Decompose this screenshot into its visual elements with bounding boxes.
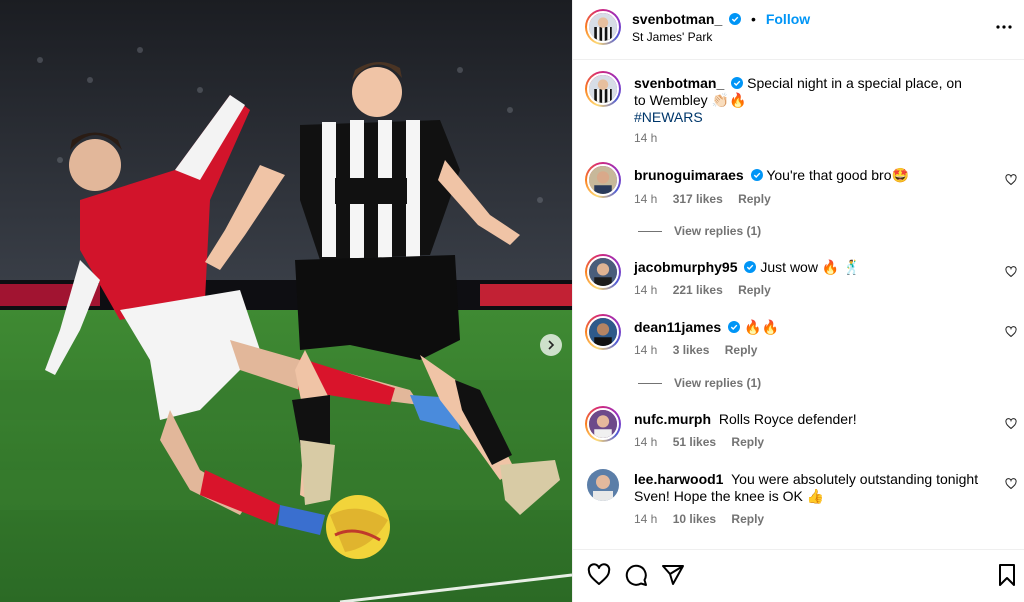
- reply-button[interactable]: Reply: [731, 512, 764, 526]
- commenter-avatar-image: [589, 318, 617, 346]
- comment-likes[interactable]: 317 likes: [673, 192, 723, 206]
- location-link[interactable]: St James' Park: [632, 30, 712, 44]
- comment-body: Just wow 🔥 🕺: [760, 259, 861, 275]
- verified-badge-icon: [729, 13, 742, 25]
- view-replies-label: View replies (1): [674, 224, 762, 238]
- author-avatar-image: [589, 75, 617, 103]
- comment-likes[interactable]: 221 likes: [673, 283, 723, 297]
- like-comment-heart-icon[interactable]: [1005, 478, 1017, 490]
- comment-text: nufc.murph Rolls Royce defender!: [634, 411, 974, 428]
- comment-time: 14 h: [634, 192, 658, 206]
- comment-meta: 14 h 51 likes Reply: [634, 435, 776, 449]
- comment-meta: 14 h 10 likes Reply: [634, 512, 776, 526]
- commenter-avatar-image: [589, 166, 617, 194]
- replies-divider: [638, 230, 662, 232]
- comment-text: jacobmurphy95 Just wow 🔥 🕺: [634, 259, 974, 276]
- comment-likes[interactable]: 10 likes: [673, 512, 716, 526]
- caption-meta: 14 h: [634, 131, 669, 145]
- author-avatar[interactable]: [585, 9, 621, 45]
- comment-meta: 14 h 3 likes Reply: [634, 343, 769, 357]
- heart-icon[interactable]: [587, 563, 611, 587]
- follow-button[interactable]: Follow: [766, 11, 810, 27]
- football-photo: [0, 0, 572, 602]
- comment-username[interactable]: dean11james: [634, 319, 721, 335]
- comment-username[interactable]: brunoguimaraes: [634, 167, 744, 183]
- comment-time: 14 h: [634, 283, 658, 297]
- author-avatar[interactable]: [585, 71, 621, 107]
- caption-username[interactable]: svenbotman_: [634, 75, 724, 91]
- chevron-right-icon: [548, 340, 555, 350]
- commenter-avatar[interactable]: [587, 469, 619, 501]
- comments-list[interactable]: svenbotman_ Special night in a special p…: [573, 61, 1024, 549]
- commenter-avatar-image: [589, 410, 617, 438]
- comment-time: 14 h: [634, 512, 658, 526]
- reply-button[interactable]: Reply: [738, 283, 771, 297]
- commenter-avatar[interactable]: [585, 254, 621, 290]
- view-replies-label: View replies (1): [674, 376, 762, 390]
- reply-button[interactable]: Reply: [731, 435, 764, 449]
- author-line: svenbotman_ • Follow: [632, 11, 810, 27]
- comment-body: Rolls Royce defender!: [718, 411, 857, 427]
- commenter-avatar[interactable]: [585, 406, 621, 442]
- verified-badge-icon: [731, 77, 744, 89]
- caption-time: 14 h: [634, 131, 658, 145]
- comment-meta: 14 h 317 likes Reply: [634, 192, 783, 206]
- author-username[interactable]: svenbotman_: [632, 11, 722, 27]
- reply-button[interactable]: Reply: [738, 192, 771, 206]
- comment-icon[interactable]: [624, 563, 648, 587]
- comment-username[interactable]: lee.harwood1: [634, 471, 723, 487]
- verified-badge-icon: [744, 261, 757, 273]
- separator-dot: •: [751, 11, 756, 27]
- commenter-avatar-image: [587, 469, 619, 501]
- comment-likes[interactable]: 3 likes: [673, 343, 710, 357]
- comment-text: brunoguimaraes You're that good bro🤩: [634, 167, 974, 184]
- next-image-button[interactable]: [540, 334, 562, 356]
- comment-text: dean11james 🔥🔥: [634, 319, 974, 336]
- comment-time: 14 h: [634, 343, 658, 357]
- like-comment-heart-icon[interactable]: [1005, 266, 1017, 278]
- hashtag-link[interactable]: #NEWARS: [634, 109, 703, 125]
- verified-badge-icon: [750, 169, 763, 181]
- more-options-icon[interactable]: [995, 18, 1013, 36]
- reply-button[interactable]: Reply: [725, 343, 758, 357]
- comment-username[interactable]: nufc.murph: [634, 411, 711, 427]
- verified-badge-icon: [728, 321, 741, 333]
- view-replies-button[interactable]: View replies (1): [638, 224, 761, 238]
- comment-text: lee.harwood1 You were absolutely outstan…: [634, 471, 979, 505]
- comment-body: You're that good bro🤩: [766, 167, 909, 183]
- comment-username[interactable]: jacobmurphy95: [634, 259, 737, 275]
- comment-body: 🔥🔥: [744, 319, 779, 335]
- commenter-avatar-image: [589, 258, 617, 286]
- replies-divider: [638, 382, 662, 384]
- comment-time: 14 h: [634, 435, 658, 449]
- post-details-panel: svenbotman_ • Follow St James' Park sven…: [572, 0, 1024, 602]
- author-avatar-image: [589, 13, 617, 41]
- like-comment-heart-icon[interactable]: [1005, 174, 1017, 186]
- share-icon[interactable]: [661, 563, 685, 587]
- post-image: [0, 0, 572, 602]
- commenter-avatar[interactable]: [585, 162, 621, 198]
- post-actions-bar: [573, 549, 1024, 602]
- like-comment-heart-icon[interactable]: [1005, 326, 1017, 338]
- caption-text: svenbotman_ Special night in a special p…: [634, 75, 974, 126]
- comment-meta: 14 h 221 likes Reply: [634, 283, 783, 297]
- view-replies-button[interactable]: View replies (1): [638, 376, 761, 390]
- bookmark-icon[interactable]: [995, 563, 1019, 587]
- like-comment-heart-icon[interactable]: [1005, 418, 1017, 430]
- post-header: svenbotman_ • Follow St James' Park: [573, 0, 1024, 60]
- comment-likes[interactable]: 51 likes: [673, 435, 716, 449]
- commenter-avatar[interactable]: [585, 314, 621, 350]
